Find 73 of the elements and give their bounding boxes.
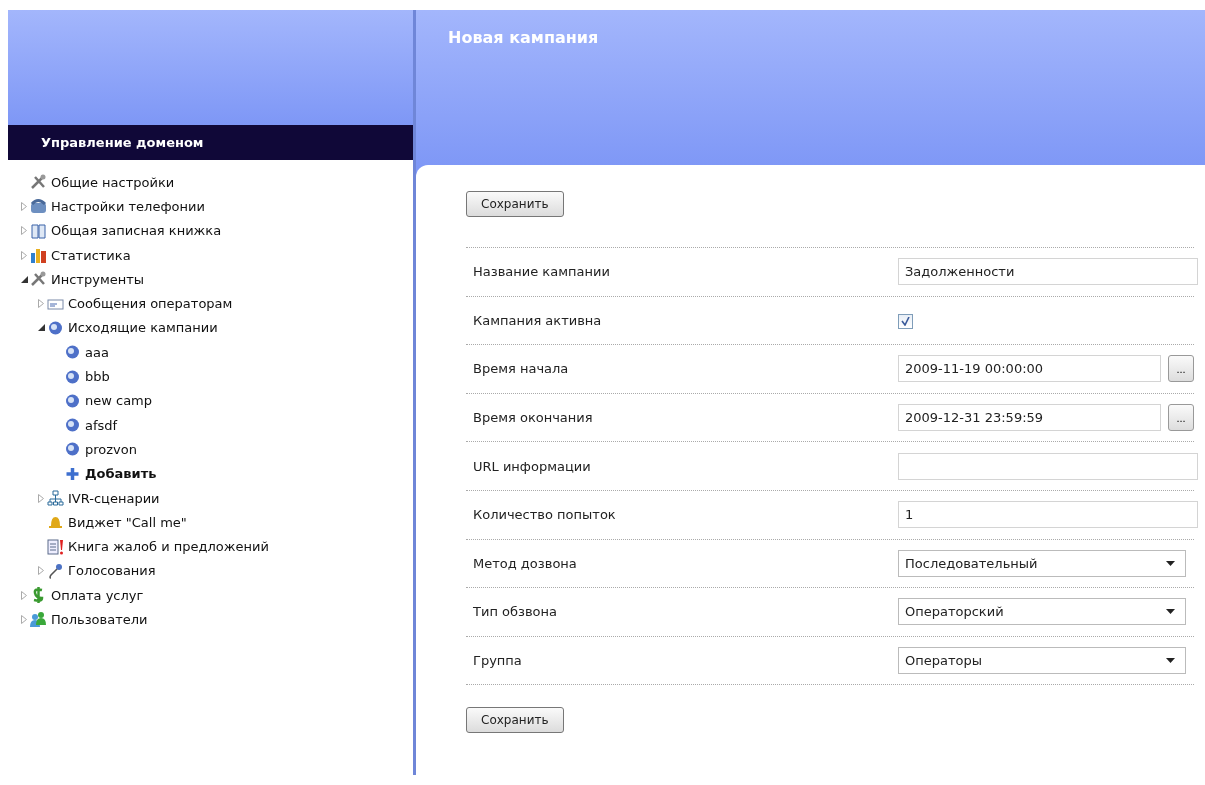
tree-item[interactable]: Пользователи <box>51 612 148 627</box>
collapsed-arrow-icon[interactable] <box>38 493 44 503</box>
dropdown[interactable]: Последовательный <box>898 549 1186 577</box>
save-button[interactable]: Сохранить <box>466 707 564 734</box>
text-field[interactable]: Задолженности <box>898 258 1198 286</box>
date-field[interactable]: 2009-12-31 23:59:59 <box>898 404 1161 432</box>
globe-icon <box>47 319 64 336</box>
tree-item[interactable]: IVR-сценарии <box>68 490 160 506</box>
globe-icon <box>64 417 81 434</box>
caret-icon <box>1166 609 1175 615</box>
page-title: Новая кампания <box>448 28 600 47</box>
field-label: Группа <box>472 653 523 669</box>
text-field[interactable] <box>898 452 1198 480</box>
document-icon <box>47 538 64 555</box>
tree-item[interactable]: Общие настройки <box>51 174 175 190</box>
dropdown[interactable]: Операторский <box>898 598 1186 626</box>
users-icon <box>30 611 47 628</box>
text-field[interactable]: 1 <box>898 501 1198 529</box>
tree-item[interactable]: Книга жалоб и предложений <box>68 539 269 555</box>
book-icon <box>30 222 47 239</box>
tree-item[interactable]: Настройки телефонии <box>51 198 205 214</box>
checkbox[interactable] <box>898 313 913 329</box>
picker-button[interactable]: ... <box>1168 355 1194 383</box>
globe-icon <box>64 441 81 458</box>
globe-icon <box>64 368 81 385</box>
tree-item[interactable]: Исходящие кампании <box>68 320 218 336</box>
tree-item[interactable]: Виджет "Call me" <box>68 514 187 530</box>
field-label: Метод дозвона <box>472 555 578 571</box>
caret-icon <box>1166 560 1175 566</box>
network-icon <box>47 490 64 506</box>
expanded-arrow-icon[interactable] <box>37 324 45 332</box>
tree-item[interactable]: Сообщения операторам <box>68 296 233 312</box>
collapsed-arrow-icon[interactable] <box>21 226 27 236</box>
collapsed-arrow-icon[interactable] <box>21 201 27 211</box>
tree-item[interactable]: Инструменты <box>51 271 145 287</box>
field-label: Количество попыток <box>472 507 617 523</box>
bar-chart-icon <box>30 247 47 264</box>
collapsed-arrow-icon[interactable] <box>21 250 27 260</box>
field-label: Кампания активна <box>472 312 603 328</box>
tree-item[interactable]: Общая записная книжка <box>51 223 222 239</box>
field-label: Тип обзвона <box>472 604 558 620</box>
sidebar-title: Управление доменом <box>8 125 413 160</box>
tree-item[interactable]: Голосования <box>68 563 156 579</box>
field-label: Название кампании <box>472 264 611 280</box>
tree-item[interactable]: aaa <box>85 344 109 360</box>
tools-icon <box>30 174 47 191</box>
expanded-arrow-icon[interactable] <box>20 275 28 283</box>
save-button[interactable]: Сохранить <box>466 191 564 217</box>
collapsed-arrow-icon[interactable] <box>38 299 44 309</box>
collapsed-arrow-icon[interactable] <box>21 590 27 600</box>
tree-item[interactable]: afsdf <box>85 417 118 433</box>
tree-item[interactable]: Статистика <box>51 247 131 263</box>
microphone-icon <box>47 562 64 579</box>
phone-icon <box>30 198 47 215</box>
bell-icon <box>47 514 64 531</box>
date-field[interactable]: 2009-11-19 00:00:00 <box>898 355 1161 383</box>
field-label: Время начала <box>472 361 570 377</box>
globe-icon <box>64 344 81 361</box>
field-label: URL информации <box>472 458 592 474</box>
picker-button[interactable]: ... <box>1168 404 1194 432</box>
globe-icon <box>64 392 81 409</box>
collapsed-arrow-icon[interactable] <box>38 566 44 576</box>
tree-item[interactable]: new camp <box>85 393 153 409</box>
caret-icon <box>1166 658 1175 664</box>
tree-item[interactable]: Оплата услуг <box>51 587 144 603</box>
field-label: Время окончания <box>472 410 594 426</box>
tools-icon <box>30 271 47 288</box>
plus-icon <box>64 465 81 482</box>
tree-item[interactable]: Добавить <box>85 466 157 482</box>
tree-item[interactable]: prozvon <box>85 441 137 457</box>
tree-item[interactable]: bbb <box>85 369 110 384</box>
dropdown[interactable]: Операторы <box>898 647 1186 675</box>
collapsed-arrow-icon[interactable] <box>21 615 27 624</box>
